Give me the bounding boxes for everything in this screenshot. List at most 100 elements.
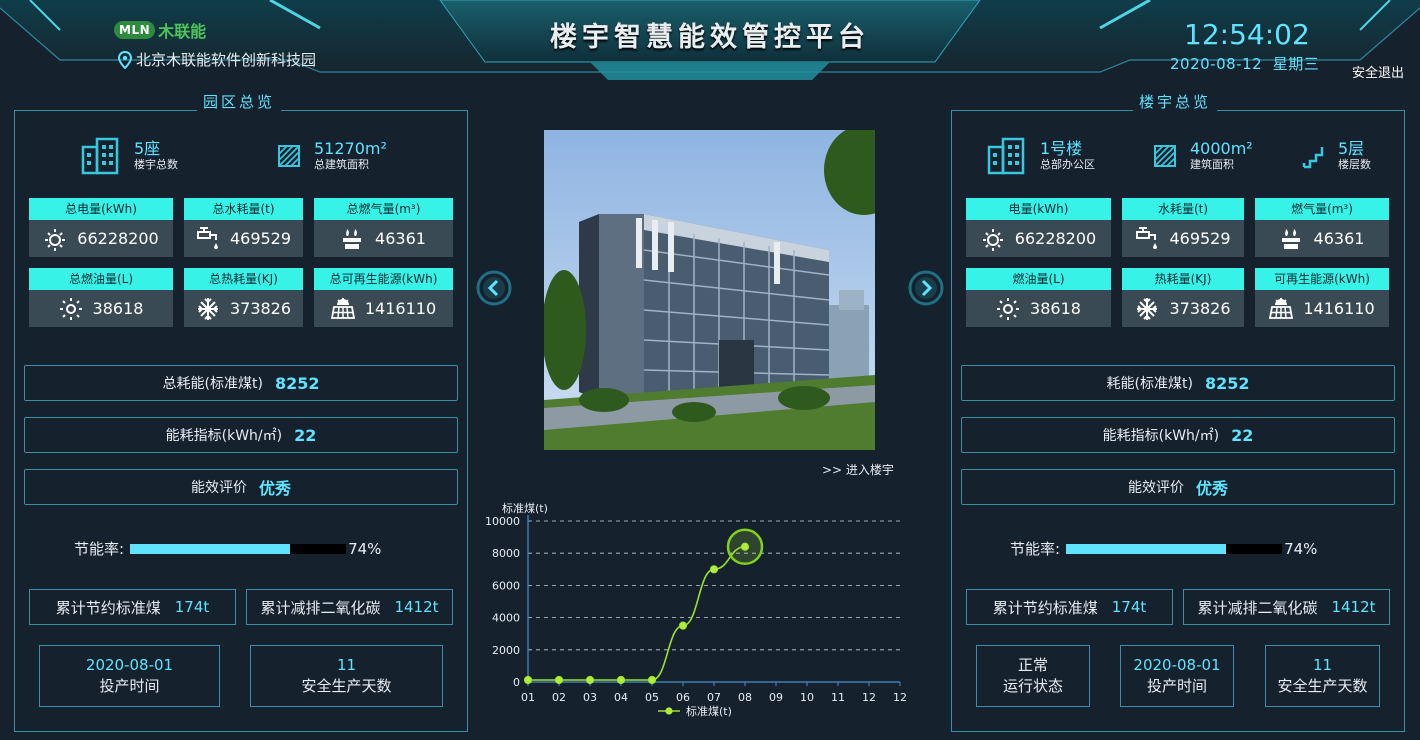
electricity-icon	[45, 228, 66, 251]
safe-days-value: 11	[336, 656, 357, 674]
co2-reduced-value: 1412t	[394, 598, 439, 616]
area-icon	[278, 145, 300, 167]
building-commission-box: 2020-08-01 投产时间	[1120, 645, 1234, 707]
chart-x-tick-label: 02	[552, 691, 566, 704]
park-location: 北京木联能软件创新科技园	[118, 49, 316, 70]
chart-data-point	[678, 621, 688, 630]
solar-panel-icon	[1269, 297, 1294, 319]
run-status-label: 运行状态	[1002, 677, 1063, 695]
saving-rate-fill	[130, 543, 290, 554]
energy-index-box: 能耗指标(kWh/㎡) 22	[24, 417, 458, 453]
right-energy-card: 水耗量(t) 469529	[1122, 198, 1244, 257]
chart-x-tick-label: 07	[707, 691, 721, 704]
building-safe-days-label: 安全生产天数	[1277, 677, 1368, 695]
left-energy-card: 总水耗量(t) 469529	[184, 198, 303, 257]
building-energy-index-value: 22	[1231, 425, 1254, 445]
building-saving-rate-bar	[1066, 543, 1283, 554]
building-area-value: 4000m²	[1190, 139, 1253, 158]
energy-card-value: 469529	[229, 229, 292, 248]
energy-index-value: 22	[294, 425, 317, 445]
energy-card-label: 总燃气量(m³)	[314, 198, 453, 220]
saving-rate: 节能率: 74%	[74, 538, 381, 559]
saved-coal-label: 累计节约标准煤	[55, 598, 161, 617]
energy-card-body: 66228200	[966, 220, 1111, 257]
energy-card-label: 热耗量(KJ)	[1122, 268, 1244, 290]
energy-card-label: 总可再生能源(kWh)	[314, 268, 453, 290]
right-energy-card: 热耗量(KJ) 373826	[1122, 268, 1244, 327]
building-name-value: 1号楼	[1040, 139, 1083, 158]
chart-x-tick-label: 12	[893, 691, 907, 704]
stat-building-area: 4000m² 建筑面积	[1152, 140, 1253, 172]
stat-total-area: 51270m² 总建筑面积	[276, 140, 387, 172]
energy-card-value: 469529	[1169, 229, 1231, 248]
saving-rate-value: 74%	[348, 539, 382, 558]
chart-x-tick-label: 04	[614, 691, 628, 704]
energy-card-value: 46361	[1313, 229, 1365, 248]
building-count-label: 楼宇总数	[134, 158, 178, 171]
current-date: 2020-08-12	[1170, 55, 1263, 73]
building-saved-coal-box: 累计节约标准煤 174t	[966, 589, 1173, 625]
evaluation-label: 能效评价	[190, 480, 247, 496]
saving-rate-label: 节能率:	[74, 540, 125, 558]
building-photo	[544, 130, 875, 450]
floor-count-label: 楼层数	[1338, 158, 1371, 171]
floor-count-value: 5层	[1338, 139, 1365, 158]
building-count-value: 5座	[134, 139, 161, 158]
energy-card-body: 373826	[184, 290, 303, 327]
chart-x-tick-label: 06	[676, 691, 690, 704]
chart-x-tick-label: 09	[769, 691, 783, 704]
energy-card-value: 373826	[229, 299, 292, 318]
right-energy-card: 电量(kWh) 66228200	[966, 198, 1111, 257]
chart-y-tick-label: 0	[513, 676, 520, 689]
stairs-icon	[1302, 147, 1324, 169]
building-safe-days-box: 11 安全生产天数	[1265, 645, 1380, 707]
energy-card-body: 66228200	[29, 220, 173, 257]
next-building-button[interactable]	[908, 270, 944, 306]
commission-date-value: 2020-08-01	[85, 656, 174, 674]
building-energy-index-label: 能耗指标(kWh/㎡)	[1102, 428, 1220, 444]
location-pin-icon	[118, 50, 132, 69]
sun-icon	[997, 297, 1020, 320]
building-saving-rate: 节能率: 74%	[1010, 538, 1317, 559]
energy-card-value: 373826	[1169, 299, 1231, 318]
building-evaluation-label: 能效评价	[1127, 480, 1184, 496]
energy-card-label: 可再生能源(kWh)	[1255, 268, 1389, 290]
enter-building-link[interactable]: >> 进入楼宇	[822, 461, 894, 478]
chart-y-tick-label: 6000	[492, 579, 520, 592]
co2-reduced-label: 累计减排二氧化碳	[260, 598, 381, 617]
building-energy-value: 8252	[1204, 373, 1250, 393]
right-energy-card: 燃气量(m³) 46361	[1255, 198, 1389, 257]
building-saving-rate-fill	[1066, 543, 1226, 554]
total-area-label: 总建筑面积	[314, 158, 369, 171]
energy-card-body: 38618	[966, 290, 1111, 327]
building-co2-label: 累计减排二氧化碳	[1197, 598, 1318, 617]
energy-card-body: 373826	[1122, 290, 1244, 327]
co2-reduced-box: 累计减排二氧化碳 1412t	[246, 589, 453, 625]
commission-date-box: 2020-08-01 投产时间	[39, 645, 220, 707]
park-overview-title: 园区总览	[197, 91, 282, 112]
chart-data-point	[585, 675, 595, 685]
building-saved-coal-value: 174t	[1111, 598, 1147, 616]
building-saved-coal-label: 累计节约标准煤	[992, 598, 1098, 617]
run-status-box: 正常 运行状态	[976, 645, 1090, 707]
building-saving-rate-label: 节能率:	[1010, 540, 1061, 558]
stat-building-count: 5座 楼宇总数	[80, 137, 178, 175]
energy-card-label: 水耗量(t)	[1122, 198, 1244, 220]
chart-y-tick-label: 8000	[492, 547, 520, 560]
brand-logo: MLN 木联能	[114, 18, 206, 42]
chart-data-point	[709, 565, 719, 574]
building-energy-box: 耗能(标准煤t) 8252	[961, 365, 1395, 401]
run-status-value: 正常	[1017, 656, 1048, 674]
building-co2-value: 1412t	[1331, 598, 1376, 616]
building-area-label: 建筑面积	[1190, 158, 1234, 171]
prev-building-button[interactable]	[476, 270, 512, 306]
logout-button[interactable]: 安全退出	[1352, 62, 1404, 81]
park-name: 北京木联能软件创新科技园	[136, 51, 317, 69]
chart-x-tick-label: 11	[831, 691, 845, 704]
left-energy-card: 总可再生能源(kWh) 1416110	[314, 268, 453, 327]
left-energy-card: 总燃油量(L) 38618	[29, 268, 173, 327]
chart-x-tick-label: 05	[645, 691, 659, 704]
evaluation-value: 优秀	[258, 479, 291, 498]
building-co2-box: 累计减排二氧化碳 1412t	[1183, 589, 1390, 625]
saved-coal-value: 174t	[174, 598, 210, 616]
